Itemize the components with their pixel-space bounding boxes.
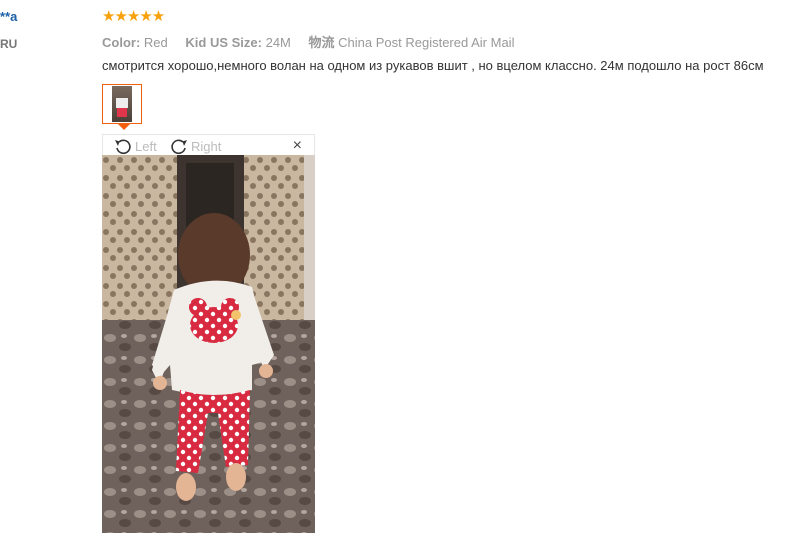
review-photo	[102, 155, 315, 533]
attr-size-key: Kid US Size:	[185, 35, 262, 50]
review-comment: смотрится хорошо,немного волан на одном …	[102, 58, 764, 73]
close-viewer-button[interactable]: ×	[293, 137, 302, 155]
selected-thumbnail-arrow	[118, 124, 130, 130]
image-viewer-toolbar: Left Right ×	[102, 134, 315, 155]
attr-size-value: 24M	[265, 35, 291, 50]
rotate-left-label: Left	[135, 138, 157, 154]
rotate-right-icon	[171, 139, 187, 155]
order-attributes: Color: Red Kid US Size: 24M 物流 China Pos…	[102, 32, 528, 51]
star-rating: ★★★★★	[102, 8, 165, 25]
rotate-right-label: Right	[191, 138, 222, 154]
attr-color-value: Red	[143, 35, 168, 50]
reviewer-country: RU	[0, 37, 18, 51]
rotate-left-button[interactable]: Left	[113, 136, 157, 156]
attr-color-key: Color:	[102, 35, 141, 50]
thumbnail-image	[112, 86, 132, 122]
photo-illustration	[102, 155, 315, 533]
rotate-right-button[interactable]: Right	[169, 136, 221, 156]
attr-shipping-value: China Post Registered Air Mail	[338, 35, 515, 50]
attr-shipping-key: 物流	[308, 35, 335, 50]
rotate-left-icon	[115, 139, 131, 155]
reviewer-name[interactable]: **a	[0, 9, 17, 24]
review-photo-thumbnail[interactable]	[102, 84, 142, 124]
